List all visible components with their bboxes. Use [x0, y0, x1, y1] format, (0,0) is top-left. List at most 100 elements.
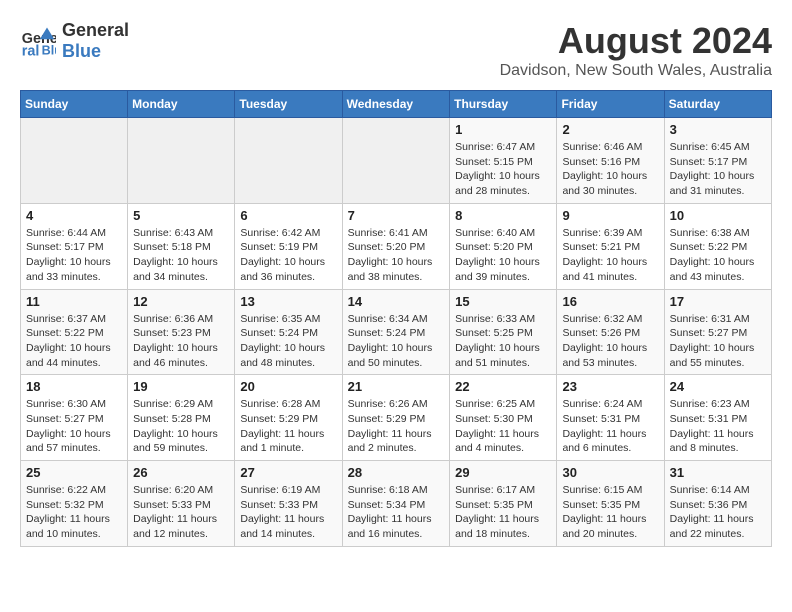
day-number: 20: [240, 379, 336, 394]
calendar-cell: 27Sunrise: 6:19 AM Sunset: 5:33 PM Dayli…: [235, 461, 342, 547]
logo-icon: Gene ral Blue: [20, 23, 56, 59]
calendar-cell: 30 Sunrise: 6:15 AM Sunset: 5:35 PM Dayli…: [557, 461, 664, 547]
day-info: Sunrise: 6:37 AM Sunset: 5:22 PM Dayligh…: [26, 312, 122, 371]
calendar-cell: [128, 118, 235, 204]
calendar-cell: 24 Sunrise: 6:23 AM Sunset: 5:31 PM Dayli…: [664, 375, 771, 461]
day-number: 21: [348, 379, 445, 394]
calendar-cell: 28Sunrise: 6:18 AM Sunset: 5:34 PM Dayli…: [342, 461, 450, 547]
calendar-header-row: SundayMondayTuesdayWednesdayThursdayFrid…: [21, 91, 772, 118]
svg-text:Blue: Blue: [42, 44, 56, 58]
calendar-week-row: 18 Sunrise: 6:30 AM Sunset: 5:27 PM Dayli…: [21, 375, 772, 461]
calendar-week-row: 4Sunrise: 6:44 AM Sunset: 5:17 PM Daylig…: [21, 203, 772, 289]
calendar-cell: 1 Sunrise: 6:47 AM Sunset: 5:15 PM Daylig…: [450, 118, 557, 204]
day-number: 8: [455, 208, 551, 223]
logo-line1: General: [62, 20, 129, 41]
day-info: Sunrise: 6:46 AM Sunset: 5:16 PM Dayligh…: [562, 140, 658, 199]
day-info: Sunrise: 6:41 AM Sunset: 5:20 PM Dayligh…: [348, 226, 445, 285]
day-info: Sunrise: 6:31 AM Sunset: 5:27 PM Dayligh…: [670, 312, 766, 371]
calendar-cell: 14 Sunrise: 6:34 AM Sunset: 5:24 PM Dayli…: [342, 289, 450, 375]
day-number: 18: [26, 379, 122, 394]
day-number: 22: [455, 379, 551, 394]
calendar-cell: 31Sunrise: 6:14 AM Sunset: 5:36 PM Dayli…: [664, 461, 771, 547]
calendar-cell: [21, 118, 128, 204]
calendar-cell: 29 Sunrise: 6:17 AM Sunset: 5:35 PM Dayli…: [450, 461, 557, 547]
day-info: Sunrise: 6:36 AM Sunset: 5:23 PM Dayligh…: [133, 312, 229, 371]
day-header-friday: Friday: [557, 91, 664, 118]
calendar-cell: 22 Sunrise: 6:25 AM Sunset: 5:30 PM Dayli…: [450, 375, 557, 461]
calendar-cell: 11 Sunrise: 6:37 AM Sunset: 5:22 PM Dayli…: [21, 289, 128, 375]
day-info: Sunrise: 6:23 AM Sunset: 5:31 PM Dayligh…: [670, 397, 766, 456]
day-info: Sunrise: 6:28 AM Sunset: 5:29 PM Dayligh…: [240, 397, 336, 456]
calendar-cell: 5 Sunrise: 6:43 AM Sunset: 5:18 PM Daylig…: [128, 203, 235, 289]
calendar-cell: 3 Sunrise: 6:45 AM Sunset: 5:17 PM Daylig…: [664, 118, 771, 204]
day-info: Sunrise: 6:44 AM Sunset: 5:17 PM Dayligh…: [26, 226, 122, 285]
month-year: August 2024: [500, 20, 772, 62]
day-header-sunday: Sunday: [21, 91, 128, 118]
day-number: 25: [26, 465, 122, 480]
calendar-cell: 25 Sunrise: 6:22 AM Sunset: 5:32 PM Dayli…: [21, 461, 128, 547]
day-number: 31: [670, 465, 766, 480]
day-number: 23: [562, 379, 658, 394]
day-info: Sunrise: 6:22 AM Sunset: 5:32 PM Dayligh…: [26, 483, 122, 542]
calendar-cell: 18 Sunrise: 6:30 AM Sunset: 5:27 PM Dayli…: [21, 375, 128, 461]
calendar-cell: 7 Sunrise: 6:41 AM Sunset: 5:20 PM Daylig…: [342, 203, 450, 289]
day-info: Sunrise: 6:26 AM Sunset: 5:29 PM Dayligh…: [348, 397, 445, 456]
calendar-cell: 26Sunrise: 6:20 AM Sunset: 5:33 PM Dayli…: [128, 461, 235, 547]
day-number: 3: [670, 122, 766, 137]
day-info: Sunrise: 6:30 AM Sunset: 5:27 PM Dayligh…: [26, 397, 122, 456]
day-number: 29: [455, 465, 551, 480]
calendar-cell: 13Sunrise: 6:35 AM Sunset: 5:24 PM Dayli…: [235, 289, 342, 375]
calendar-week-row: 25 Sunrise: 6:22 AM Sunset: 5:32 PM Dayli…: [21, 461, 772, 547]
calendar-cell: 6 Sunrise: 6:42 AM Sunset: 5:19 PM Daylig…: [235, 203, 342, 289]
day-info: Sunrise: 6:29 AM Sunset: 5:28 PM Dayligh…: [133, 397, 229, 456]
day-info: Sunrise: 6:47 AM Sunset: 5:15 PM Dayligh…: [455, 140, 551, 199]
day-header-wednesday: Wednesday: [342, 91, 450, 118]
day-number: 24: [670, 379, 766, 394]
day-number: 16: [562, 294, 658, 309]
location: Davidson, New South Wales, Australia: [500, 62, 772, 80]
day-number: 12: [133, 294, 229, 309]
calendar-cell: 15 Sunrise: 6:33 AM Sunset: 5:25 PM Dayli…: [450, 289, 557, 375]
day-info: Sunrise: 6:43 AM Sunset: 5:18 PM Dayligh…: [133, 226, 229, 285]
day-number: 14: [348, 294, 445, 309]
day-number: 10: [670, 208, 766, 223]
calendar-cell: 9Sunrise: 6:39 AM Sunset: 5:21 PM Daylig…: [557, 203, 664, 289]
calendar-cell: 21 Sunrise: 6:26 AM Sunset: 5:29 PM Dayli…: [342, 375, 450, 461]
day-header-tuesday: Tuesday: [235, 91, 342, 118]
day-number: 11: [26, 294, 122, 309]
calendar-cell: 8 Sunrise: 6:40 AM Sunset: 5:20 PM Daylig…: [450, 203, 557, 289]
calendar-cell: [235, 118, 342, 204]
day-number: 27: [240, 465, 336, 480]
day-info: Sunrise: 6:25 AM Sunset: 5:30 PM Dayligh…: [455, 397, 551, 456]
day-info: Sunrise: 6:15 AM Sunset: 5:35 PM Dayligh…: [562, 483, 658, 542]
day-number: 28: [348, 465, 445, 480]
day-info: Sunrise: 6:34 AM Sunset: 5:24 PM Dayligh…: [348, 312, 445, 371]
day-number: 7: [348, 208, 445, 223]
day-info: Sunrise: 6:45 AM Sunset: 5:17 PM Dayligh…: [670, 140, 766, 199]
calendar-cell: 10Sunrise: 6:38 AM Sunset: 5:22 PM Dayli…: [664, 203, 771, 289]
day-number: 1: [455, 122, 551, 137]
calendar-cell: 16Sunrise: 6:32 AM Sunset: 5:26 PM Dayli…: [557, 289, 664, 375]
calendar-cell: 19Sunrise: 6:29 AM Sunset: 5:28 PM Dayli…: [128, 375, 235, 461]
calendar-cell: 12 Sunrise: 6:36 AM Sunset: 5:23 PM Dayli…: [128, 289, 235, 375]
day-info: Sunrise: 6:40 AM Sunset: 5:20 PM Dayligh…: [455, 226, 551, 285]
day-info: Sunrise: 6:42 AM Sunset: 5:19 PM Dayligh…: [240, 226, 336, 285]
calendar-cell: [342, 118, 450, 204]
day-header-saturday: Saturday: [664, 91, 771, 118]
day-header-thursday: Thursday: [450, 91, 557, 118]
day-number: 6: [240, 208, 336, 223]
day-number: 30: [562, 465, 658, 480]
calendar-week-row: 11 Sunrise: 6:37 AM Sunset: 5:22 PM Dayli…: [21, 289, 772, 375]
logo: Gene ral Blue General Blue: [20, 20, 129, 62]
day-info: Sunrise: 6:17 AM Sunset: 5:35 PM Dayligh…: [455, 483, 551, 542]
day-info: Sunrise: 6:33 AM Sunset: 5:25 PM Dayligh…: [455, 312, 551, 371]
day-info: Sunrise: 6:20 AM Sunset: 5:33 PM Dayligh…: [133, 483, 229, 542]
day-info: Sunrise: 6:35 AM Sunset: 5:24 PM Dayligh…: [240, 312, 336, 371]
calendar-week-row: 1 Sunrise: 6:47 AM Sunset: 5:15 PM Daylig…: [21, 118, 772, 204]
calendar-cell: 20 Sunrise: 6:28 AM Sunset: 5:29 PM Dayli…: [235, 375, 342, 461]
svg-text:ral: ral: [22, 43, 40, 59]
day-number: 5: [133, 208, 229, 223]
day-number: 15: [455, 294, 551, 309]
calendar-cell: 23Sunrise: 6:24 AM Sunset: 5:31 PM Dayli…: [557, 375, 664, 461]
calendar-cell: 17Sunrise: 6:31 AM Sunset: 5:27 PM Dayli…: [664, 289, 771, 375]
